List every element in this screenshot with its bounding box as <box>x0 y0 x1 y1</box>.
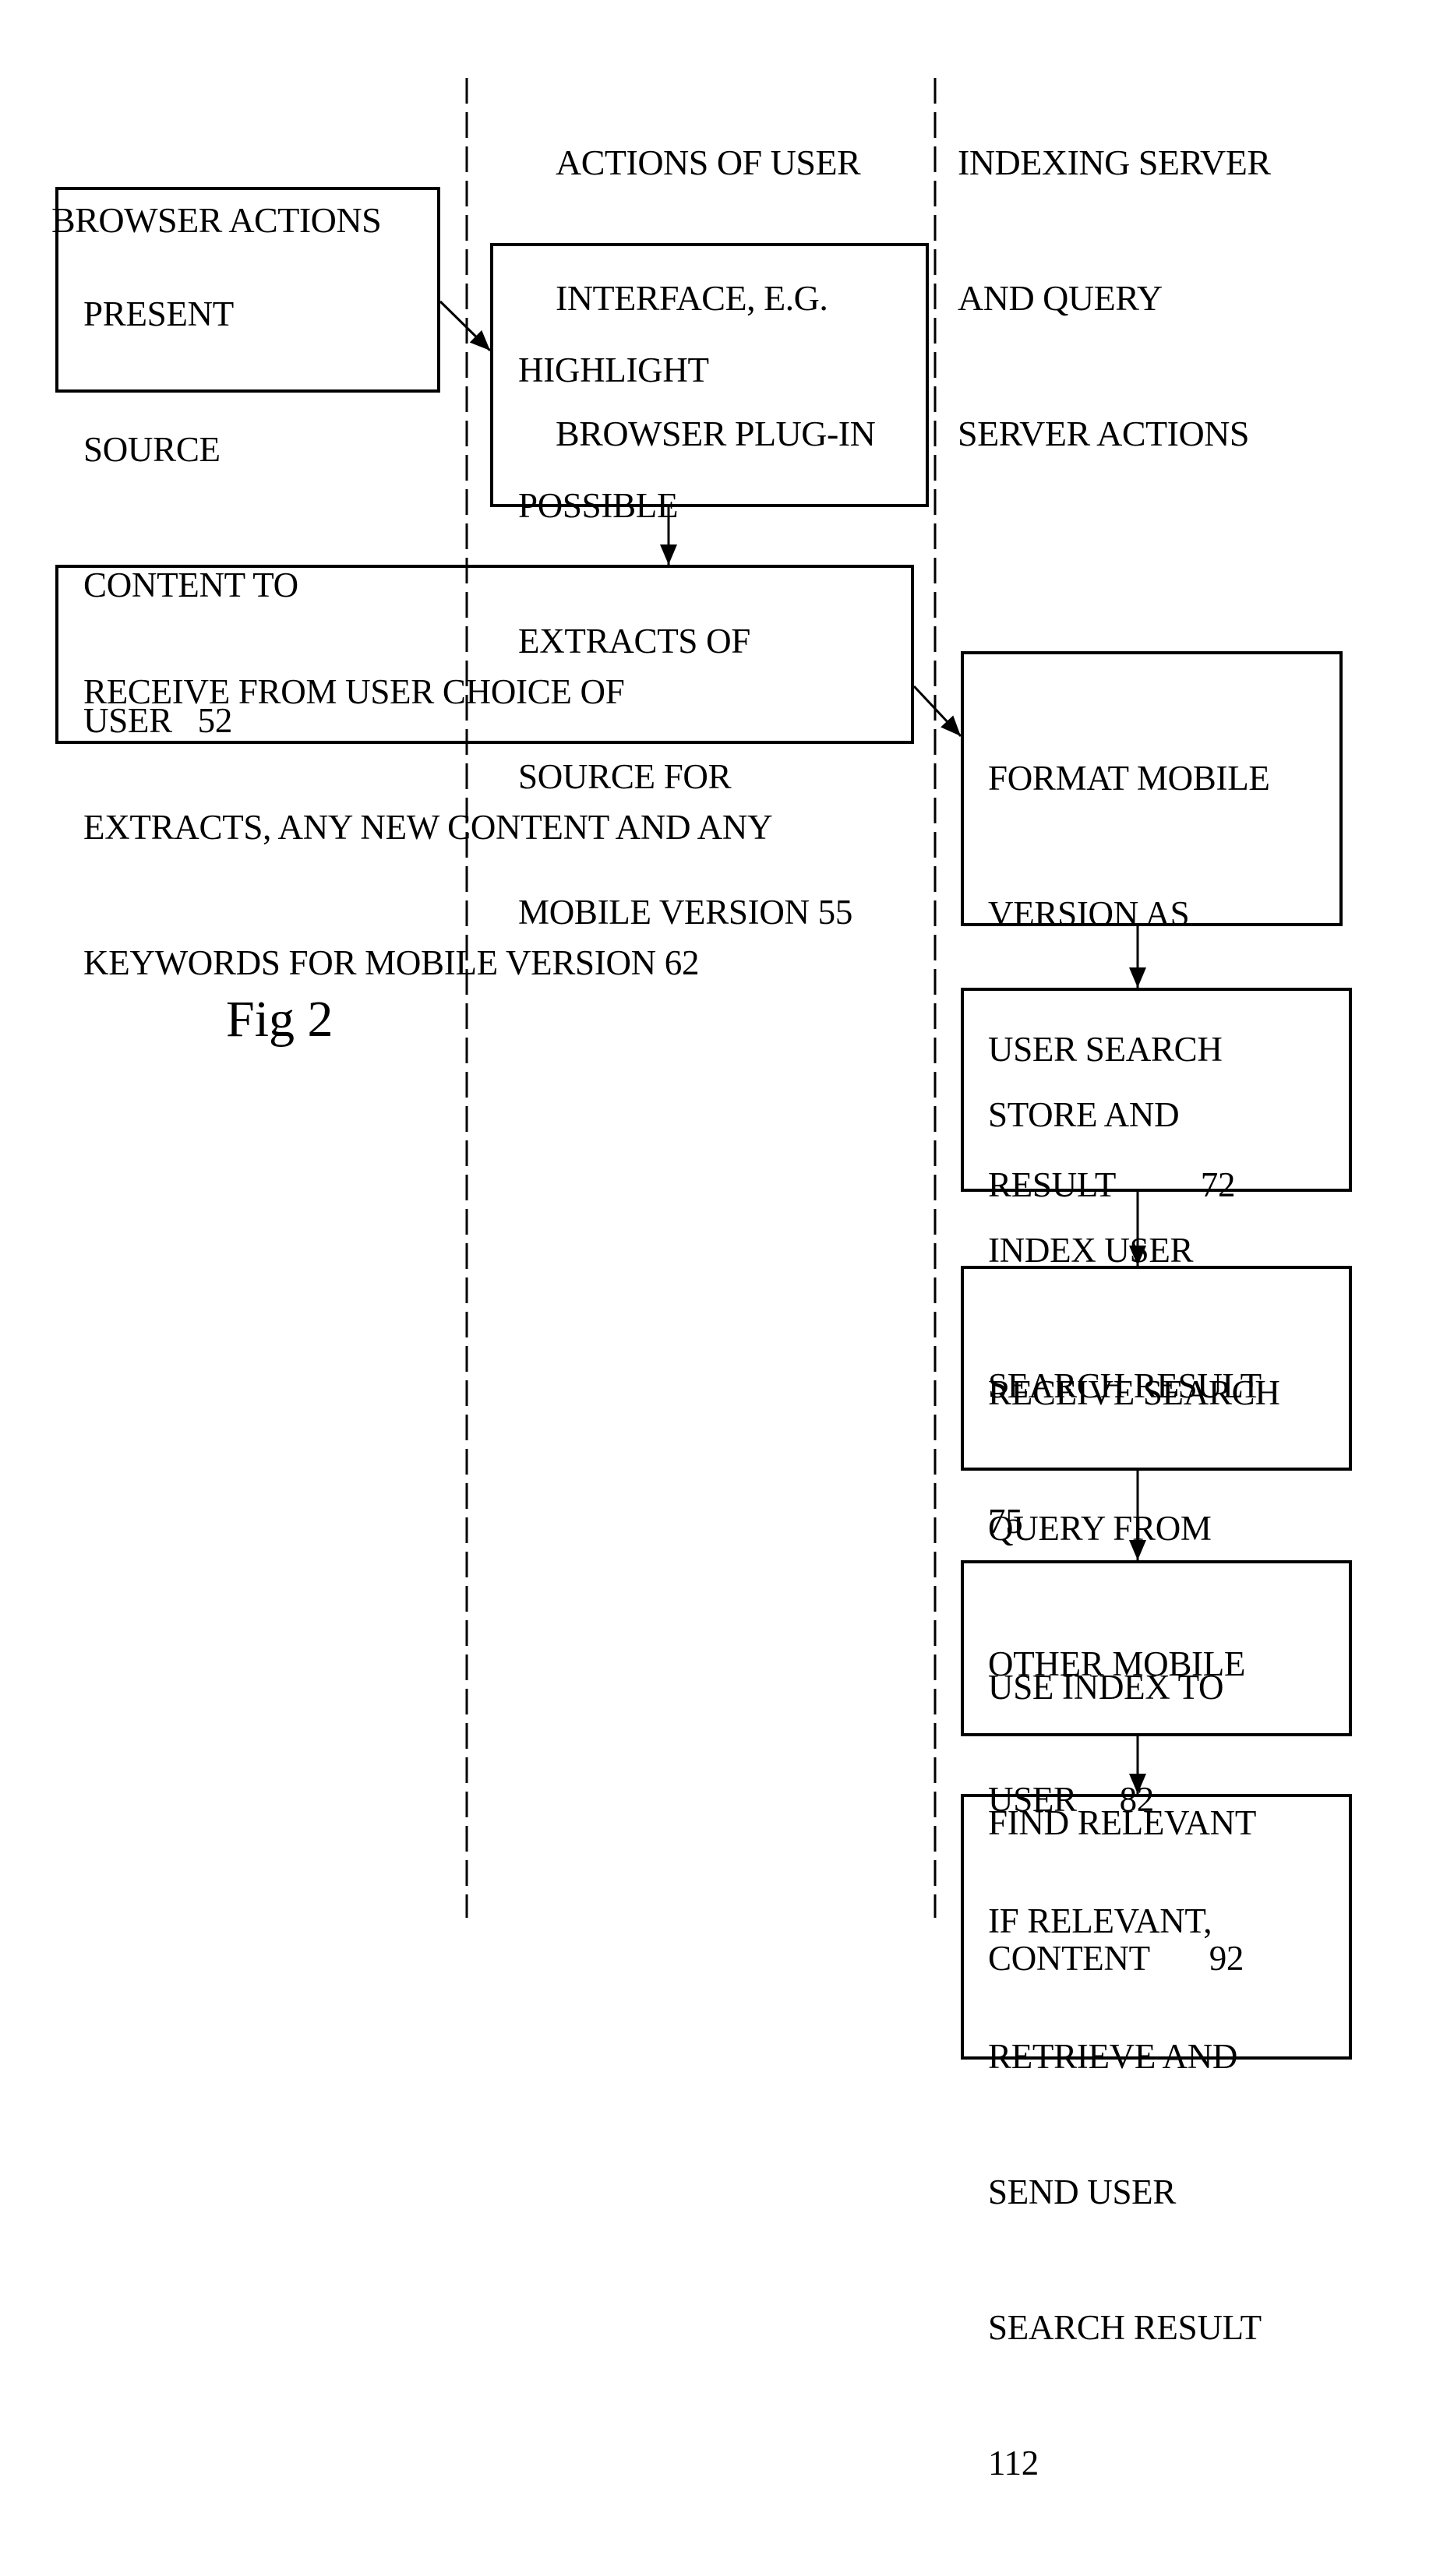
step-line: POSSIBLE <box>518 486 679 525</box>
step-line: STORE AND <box>988 1095 1180 1134</box>
step-box-62: RECEIVE FROM USER CHOICE OF EXTRACTS, AN… <box>55 565 914 982</box>
flow-arrow-62-to-72 <box>912 685 962 738</box>
step-box-52: PRESENT SOURCE CONTENT TO USER 52 <box>55 187 440 740</box>
step-line: SEARCH RESULT <box>988 2308 1262 2347</box>
step-line: SOURCE <box>83 430 221 469</box>
lane-header-line: SERVER ACTIONS <box>958 414 1249 453</box>
figure-label: Fig 2 <box>226 991 334 1048</box>
step-line: KEYWORDS FOR MOBILE VERSION 62 <box>83 943 700 982</box>
step-box-112: IF RELEVANT, RETRIEVE AND SEND USER SEAR… <box>961 1794 1352 2483</box>
step-text: IF RELEVANT, RETRIEVE AND SEND USER SEAR… <box>988 1808 1262 2576</box>
step-line: RETRIEVE AND <box>988 2037 1238 2076</box>
step-line: RECEIVE FROM USER CHOICE OF <box>83 672 625 711</box>
step-line: USE INDEX TO <box>988 1668 1224 1707</box>
arrowhead-icon <box>469 329 490 351</box>
step-text: RECEIVE FROM USER CHOICE OF EXTRACTS, AN… <box>83 579 773 1076</box>
step-line: RECEIVE SEARCH <box>988 1373 1280 1412</box>
arrowhead-icon <box>941 715 961 736</box>
step-box-55: HIGHLIGHT POSSIBLE EXTRACTS OF SOURCE FO… <box>490 243 929 932</box>
step-line: 112 <box>988 2444 1039 2483</box>
lane-header-line: ACTIONS OF USER <box>556 143 861 182</box>
step-box-92: USE INDEX TO FIND RELEVANT CONTENT 92 <box>961 1560 1352 1978</box>
step-line: HIGHLIGHT <box>518 351 709 389</box>
step-line: IF RELEVANT, <box>988 1901 1212 1940</box>
step-box-75: STORE AND INDEX USER SEARCH RESULT 75 <box>961 988 1352 1541</box>
step-line: QUERY FROM <box>988 1509 1212 1548</box>
step-box-82: RECEIVE SEARCH QUERY FROM OTHER MOBILE U… <box>961 1266 1352 1819</box>
step-line: SEND USER <box>988 2173 1177 2211</box>
lane-header-line: AND QUERY <box>958 278 1163 318</box>
lane-header-line: INDEXING SERVER <box>958 143 1271 182</box>
step-line: EXTRACTS, ANY NEW CONTENT AND ANY <box>83 808 773 847</box>
step-box-72: FORMAT MOBILE VERSION AS USER SEARCH RES… <box>961 651 1343 1204</box>
step-line: VERSION AS <box>988 894 1190 933</box>
flow-arrow-52-to-55 <box>439 300 492 352</box>
step-line: FORMAT MOBILE <box>988 759 1270 798</box>
lane-header-server: INDEXING SERVER AND QUERY SERVER ACTIONS <box>958 50 1271 502</box>
step-line: PRESENT <box>83 294 234 333</box>
